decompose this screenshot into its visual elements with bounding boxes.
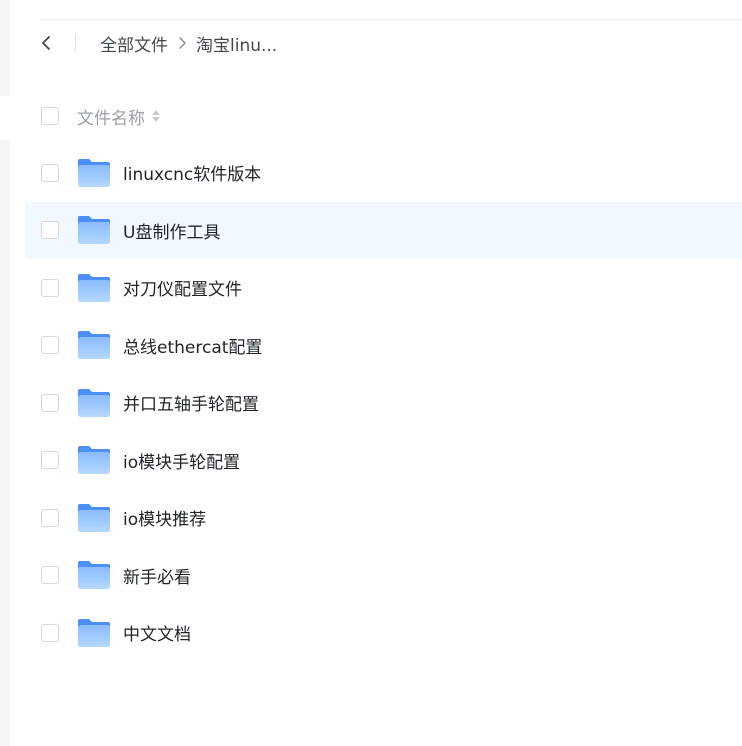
row-checkbox[interactable] [41,393,59,412]
folder-icon [77,502,111,534]
file-name[interactable]: 中文文档 [123,620,191,645]
left-panel-notch [0,96,10,140]
select-all-checkbox[interactable] [41,107,59,125]
list-item[interactable]: 总线ethercat配置 [25,317,742,375]
row-checkbox[interactable] [41,451,59,470]
list-item[interactable]: 中文文档 [25,604,742,662]
sort-icon[interactable] [151,108,161,124]
row-checkbox[interactable] [41,221,59,240]
list-header: 文件名称 [25,92,742,140]
chevron-right-icon [168,20,196,66]
breadcrumb-current[interactable]: 淘宝linu... [196,31,277,56]
file-list: linuxcnc软件版本 U盘制作工具 对刀仪配置文件 总线ethercat配置… [25,144,742,662]
list-item[interactable]: io模块手轮配置 [25,432,742,490]
folder-icon [77,617,111,649]
row-checkbox[interactable] [41,508,59,527]
file-name[interactable]: 并口五轴手轮配置 [123,390,259,415]
folder-icon [77,272,111,304]
list-item[interactable]: io模块推荐 [25,489,742,547]
list-item[interactable]: 并口五轴手轮配置 [25,374,742,432]
list-item[interactable]: 新手必看 [25,547,742,605]
list-item[interactable]: linuxcnc软件版本 [25,144,742,202]
folder-icon [77,444,111,476]
chevron-left-icon [42,36,50,50]
file-name[interactable]: io模块手轮配置 [123,448,240,473]
row-checkbox[interactable] [41,163,59,182]
back-button[interactable] [25,20,67,66]
breadcrumb-divider [75,34,76,52]
file-name[interactable]: io模块推荐 [123,505,206,530]
file-name[interactable]: U盘制作工具 [123,218,220,243]
breadcrumb: 全部文件 淘宝linu... [25,20,742,66]
row-checkbox[interactable] [41,566,59,585]
folder-icon [77,559,111,591]
list-item[interactable]: U盘制作工具 [25,201,742,259]
row-checkbox[interactable] [41,278,59,297]
name-column-header[interactable]: 文件名称 [77,104,145,129]
folder-icon [77,387,111,419]
file-name[interactable]: 对刀仪配置文件 [123,275,242,300]
file-name[interactable]: 总线ethercat配置 [123,333,262,358]
list-item[interactable]: 对刀仪配置文件 [25,259,742,317]
folder-icon [77,157,111,189]
row-checkbox[interactable] [41,623,59,642]
file-name[interactable]: linuxcnc软件版本 [123,160,261,185]
file-name[interactable]: 新手必看 [123,563,191,588]
folder-icon [77,214,111,246]
row-checkbox[interactable] [41,336,59,355]
breadcrumb-root[interactable]: 全部文件 [100,31,168,56]
folder-icon [77,329,111,361]
